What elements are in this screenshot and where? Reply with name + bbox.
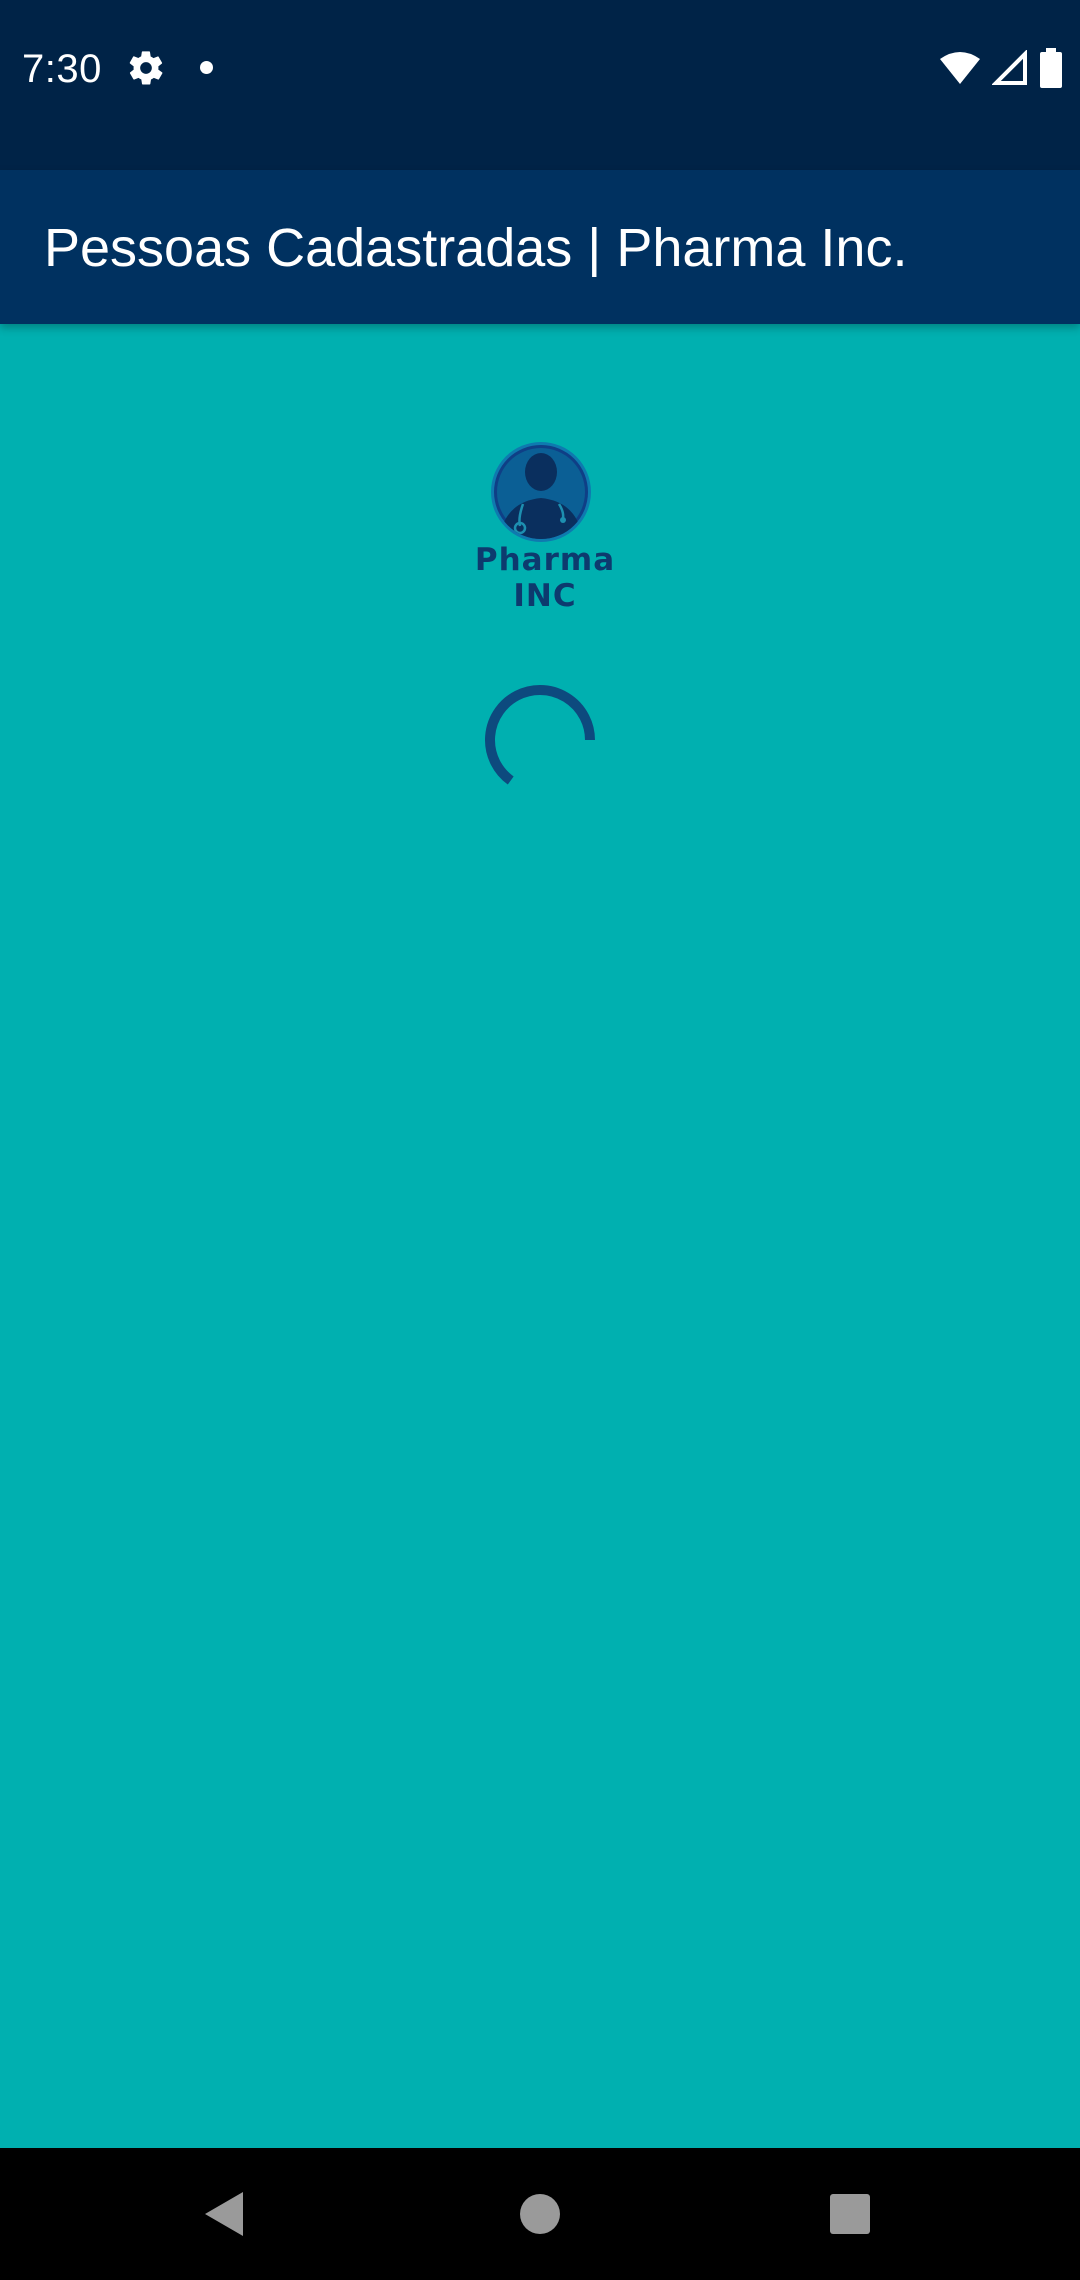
status-time: 7:30	[22, 47, 102, 91]
cell-signal-icon	[992, 50, 1027, 85]
recents-icon	[830, 2194, 870, 2234]
logo-text: Pharma INC	[474, 542, 616, 614]
back-button[interactable]	[195, 2184, 255, 2244]
navigation-bar	[0, 2148, 1080, 2280]
page-title: Pessoas Cadastradas | Pharma Inc.	[44, 218, 908, 278]
doctor-avatar-icon	[491, 442, 591, 542]
home-icon	[520, 2194, 560, 2234]
recents-button[interactable]	[820, 2184, 880, 2244]
pharma-logo: Pharma INC	[440, 440, 650, 614]
loading-spinner-icon	[485, 685, 595, 785]
status-icons	[940, 46, 1062, 90]
home-button[interactable]	[510, 2184, 570, 2244]
back-icon	[205, 2192, 243, 2236]
wifi-icon	[940, 52, 980, 84]
battery-icon	[1040, 48, 1062, 88]
screen: 7:30 Pessoas Cadastradas | Pharma Inc. P…	[0, 0, 1080, 2280]
settings-gear-icon	[129, 51, 163, 85]
app-bar: Pessoas Cadastradas | Pharma Inc.	[0, 170, 1080, 324]
status-bar: 7:30	[0, 0, 1080, 170]
notification-dot-icon	[200, 61, 213, 74]
